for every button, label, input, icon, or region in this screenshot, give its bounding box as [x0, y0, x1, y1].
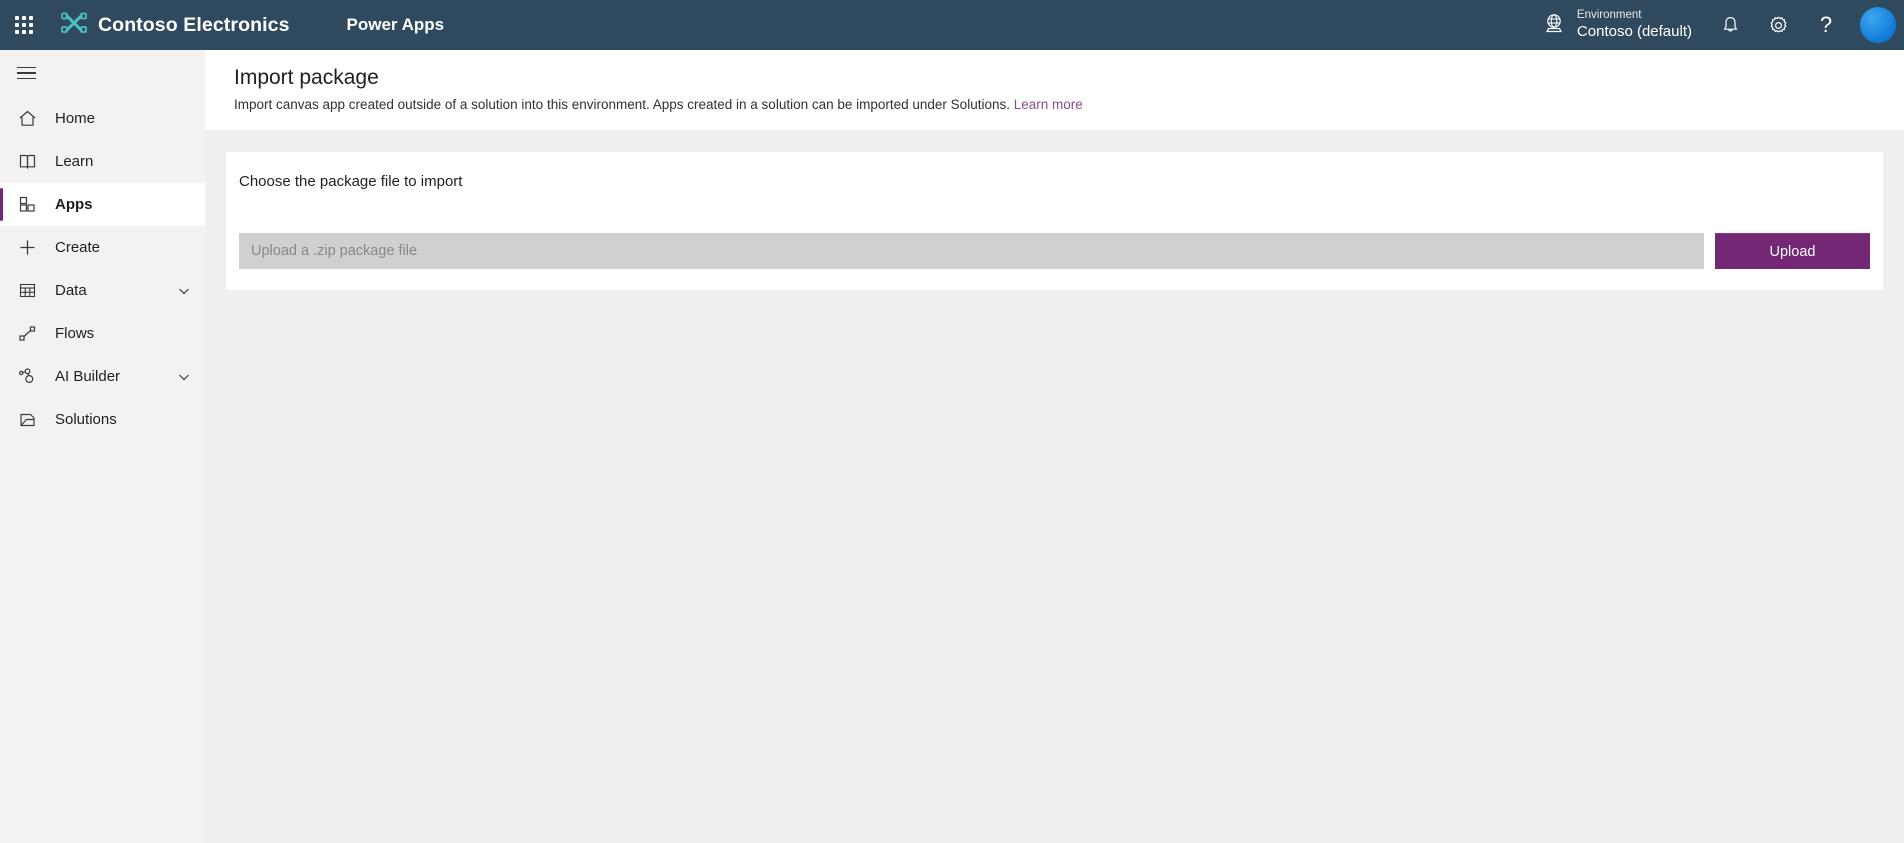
environment-text: Environment Contoso (default) — [1577, 8, 1692, 41]
help-question-icon: ? — [1819, 12, 1833, 37]
plus-icon — [17, 238, 37, 258]
sidebar-item-apps[interactable]: Apps — [0, 183, 205, 226]
help-button[interactable]: ? — [1802, 0, 1850, 50]
left-navigation-sidebar: Home Learn Apps Create Data Flows AI Bui… — [0, 50, 205, 843]
sidebar-item-label: AI Builder — [55, 368, 121, 385]
upload-button[interactable]: Upload — [1715, 233, 1870, 270]
environment-picker[interactable]: Environment Contoso (default) — [1529, 0, 1706, 50]
page-header: Import package Import canvas app created… — [205, 50, 1904, 131]
solutions-icon — [17, 410, 37, 430]
sidebar-item-label: Learn — [55, 153, 94, 170]
sidebar-item-data[interactable]: Data — [0, 269, 205, 312]
brand-link[interactable]: Contoso Electronics — [61, 12, 290, 39]
content-region: Choose the package file to import Upload… — [205, 130, 1904, 843]
sidebar-item-solutions[interactable]: Solutions — [0, 398, 205, 441]
globe-icon — [1543, 12, 1565, 39]
sidebar-item-learn[interactable]: Learn — [0, 140, 205, 183]
environment-value: Contoso (default) — [1576, 22, 1692, 40]
notifications-bell-icon — [1720, 15, 1741, 36]
page-title: Import package — [234, 66, 379, 89]
ai-builder-icon — [17, 367, 37, 387]
page-description-text: Import canvas app created outside of a s… — [234, 97, 1010, 113]
chevron-down-icon[interactable] — [177, 370, 191, 384]
learn-more-link[interactable]: Learn more — [1014, 97, 1083, 112]
sidebar-item-label: Flows — [55, 325, 95, 342]
sidebar-item-home[interactable]: Home — [0, 97, 205, 140]
chevron-down-icon[interactable] — [177, 284, 191, 298]
sidebar-item-label: Home — [55, 110, 96, 127]
notifications-button[interactable] — [1706, 0, 1754, 50]
sidebar-item-flows[interactable]: Flows — [0, 312, 205, 355]
flow-icon — [17, 324, 37, 344]
hamburger-menu-icon — [17, 63, 36, 84]
sidebar-collapse-button[interactable] — [0, 50, 205, 96]
upload-row: Upload a .zip package file Upload — [239, 233, 1870, 270]
package-file-input[interactable]: Upload a .zip package file — [239, 233, 1704, 270]
settings-gear-icon — [1768, 15, 1789, 36]
import-package-card: Choose the package file to import Upload… — [226, 152, 1883, 291]
contoso-logo-icon — [61, 12, 87, 39]
sidebar-item-create[interactable]: Create — [0, 226, 205, 269]
top-header-bar: Contoso Electronics Power Apps Environme… — [0, 0, 1904, 50]
header-right-cluster: Environment Contoso (default) ? — [1529, 0, 1904, 50]
sidebar-item-label: Apps — [55, 196, 93, 213]
table-icon — [17, 281, 37, 301]
book-icon — [17, 152, 37, 172]
page-body: Home Learn Apps Create Data Flows AI Bui… — [0, 50, 1904, 843]
app-launcher-button[interactable] — [0, 0, 48, 50]
user-avatar[interactable] — [1860, 7, 1896, 43]
sidebar-item-ai-builder[interactable]: AI Builder — [0, 355, 205, 398]
sidebar-item-label: Solutions — [55, 411, 117, 428]
sidebar-item-label: Data — [55, 282, 87, 299]
settings-button[interactable] — [1754, 0, 1802, 50]
card-title: Choose the package file to import — [239, 173, 463, 191]
app-title[interactable]: Power Apps — [347, 15, 445, 35]
sidebar-item-label: Create — [55, 239, 101, 256]
brand-name: Contoso Electronics — [98, 13, 290, 36]
home-icon — [17, 109, 37, 129]
environment-label: Environment — [1576, 9, 1642, 22]
apps-grid-icon — [17, 195, 37, 215]
app-launcher-icon — [15, 16, 33, 34]
page-description: Import canvas app created outside of a s… — [234, 97, 1904, 112]
main-content: Import package Import canvas app created… — [205, 50, 1904, 843]
